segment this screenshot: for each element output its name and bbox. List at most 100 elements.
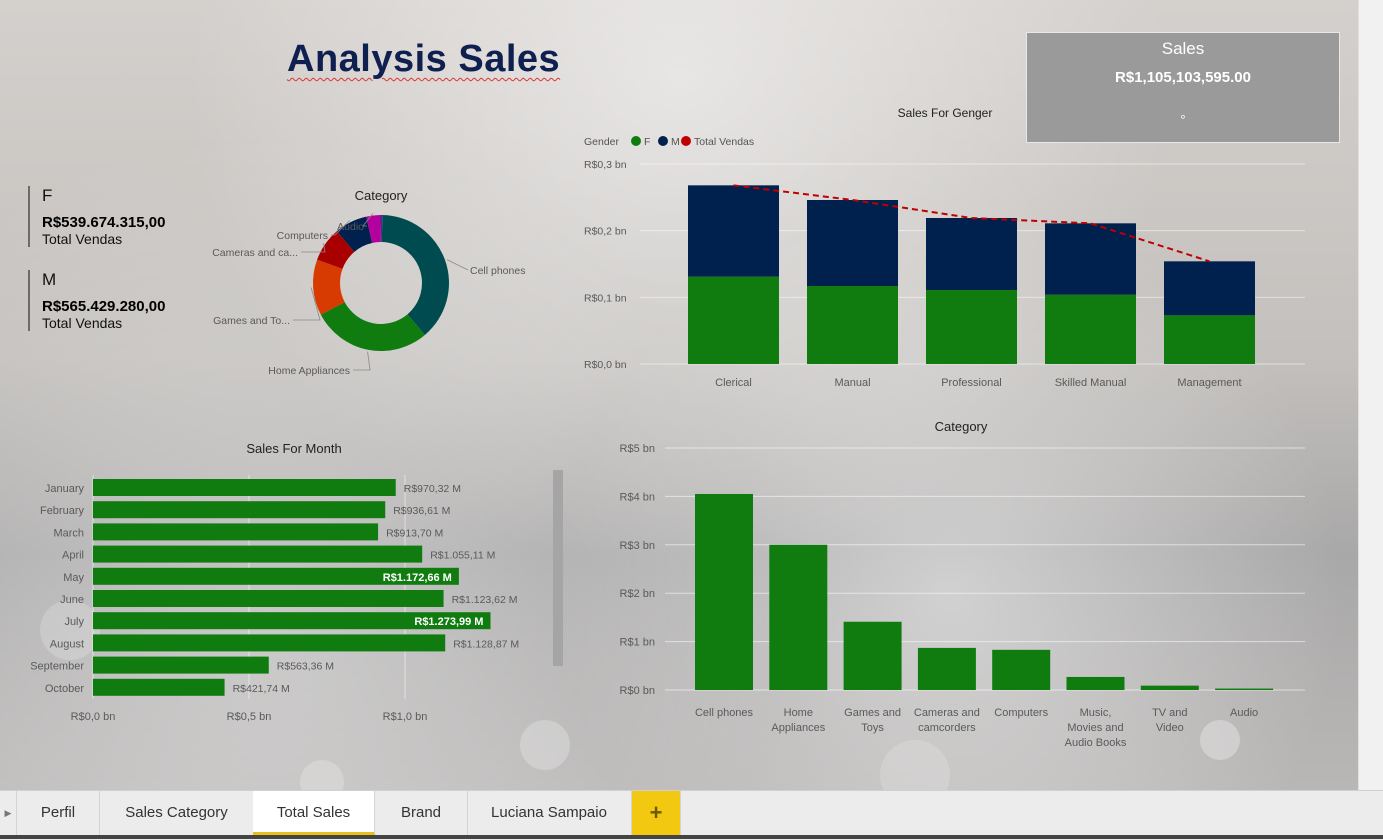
y-tick-label: March	[53, 527, 84, 539]
x-tick-label: Clerical	[715, 377, 752, 389]
legend-swatch	[658, 136, 668, 146]
y-tick-label: January	[45, 483, 85, 495]
y-tick-label: R$2 bn	[620, 588, 655, 600]
month-bar	[93, 656, 269, 674]
y-tick-label: April	[62, 550, 84, 562]
data-label: R$563,36 M	[277, 661, 334, 673]
x-tick-label: Professional	[941, 377, 1002, 389]
category-bar	[1215, 688, 1274, 690]
month-horizontal-bar-chart[interactable]: Sales For Month R$0,0 bn R$0,5 bn R$1,0 bn J…	[0, 435, 560, 735]
y-tick-label: May	[63, 572, 84, 584]
x-tick-label: TV and	[1152, 707, 1187, 719]
month-bar	[93, 678, 225, 696]
x-tick-label: Home	[784, 707, 813, 719]
y-tick-label: R$0,3 bn	[584, 159, 627, 171]
x-tick-label: R$0,0 bn	[71, 711, 116, 723]
card-title: Sales	[1161, 39, 1205, 58]
y-tick-label: R$4 bn	[620, 491, 655, 503]
tab-brand[interactable]: Brand	[375, 791, 468, 835]
kpi-value: R$539.674.315,00	[42, 214, 166, 231]
report-canvas: Analysis Sales Sales R$1,105,103,595.00 …	[0, 0, 1358, 790]
x-tick-label: Cameras and	[914, 707, 980, 719]
legend-label: M	[671, 136, 680, 148]
donut-slice	[381, 215, 449, 335]
kpi-value: R$565.429.280,00	[42, 298, 166, 315]
chart-title: Category	[935, 419, 988, 434]
category-bar	[843, 621, 902, 690]
kpi-label: M	[42, 270, 57, 289]
data-label: R$936,61 M	[393, 505, 450, 517]
category-bar	[695, 493, 753, 690]
x-tick-label: Management	[1177, 377, 1241, 389]
kpi-label: F	[42, 186, 53, 205]
x-tick-label: camcorders	[918, 722, 976, 734]
slice-label: Audio	[337, 221, 364, 233]
tab-total-sales[interactable]: Total Sales	[253, 791, 375, 835]
bar-f	[807, 286, 898, 364]
bar-m	[926, 218, 1017, 290]
tab-scroll-left-icon[interactable]: ▶	[0, 791, 17, 835]
y-tick-label: June	[60, 594, 84, 606]
data-label: R$1.055,11 M	[430, 550, 495, 562]
legend-swatch	[631, 136, 641, 146]
legend-swatch	[681, 136, 691, 146]
bar-m	[688, 185, 779, 277]
bar-f	[688, 276, 779, 364]
y-tick-label: R$5 bn	[620, 443, 655, 455]
data-label: R$1.172,66 M	[383, 572, 452, 584]
chart-title: Sales For Genger	[898, 106, 993, 120]
donut-slice	[320, 302, 425, 351]
tab-sales-category[interactable]: Sales Category	[100, 791, 254, 835]
x-tick-label: Audio Books	[1065, 737, 1127, 749]
x-tick-label: Cell phones	[695, 707, 754, 719]
kpi-caption: Total Vendas	[42, 315, 123, 331]
data-label: R$1.273,99 M	[414, 616, 483, 628]
kpi-male[interactable]: M R$565.429.280,00 Total Vendas	[28, 270, 165, 331]
x-tick-label: R$1,0 bn	[383, 711, 428, 723]
slice-label: Home Appliances	[268, 365, 350, 377]
add-page-button[interactable]: +	[632, 791, 681, 835]
month-bar	[93, 479, 396, 496]
data-label: R$913,70 M	[386, 527, 443, 539]
month-bar	[93, 545, 423, 563]
x-tick-label: Skilled Manual	[1055, 377, 1127, 389]
category-bar	[769, 544, 828, 690]
bar-m	[1164, 261, 1255, 316]
slice-label: Cell phones	[470, 265, 525, 277]
y-tick-label: February	[40, 505, 85, 517]
x-tick-label: Computers	[994, 707, 1048, 719]
y-tick-label: August	[50, 638, 84, 650]
x-tick-label: Movies and	[1067, 722, 1123, 734]
data-label: R$421,74 M	[233, 683, 290, 695]
x-tick-label: Audio	[1230, 707, 1258, 719]
category-donut-chart[interactable]: Category Cell phones Home Appliances Games …	[200, 180, 560, 390]
kpi-female[interactable]: F R$539.674.315,00 Total Vendas	[28, 186, 165, 247]
slice-label: Computers	[277, 230, 328, 242]
month-bar	[93, 590, 444, 607]
tab-perfil[interactable]: Perfil	[17, 791, 100, 835]
month-bar	[93, 634, 446, 652]
y-tick-label: September	[30, 661, 84, 673]
chart-title: Sales For Month	[246, 441, 341, 456]
visual-scrollbar[interactable]	[553, 470, 563, 666]
slice-label: Games and To...	[213, 315, 290, 327]
month-bar	[93, 501, 386, 519]
month-bar	[93, 523, 379, 541]
tab-luciana-sampaio[interactable]: Luciana Sampaio	[467, 791, 632, 835]
category-column-chart[interactable]: Category R$0 bn R$1 bn R$2 bn R$3 bn R$4 bn R$…	[590, 410, 1330, 760]
y-tick-label: R$0,1 bn	[584, 292, 627, 304]
gender-stacked-bar-chart[interactable]: Sales For Genger Gender F M Total Vendas R$0,…	[570, 100, 1350, 400]
x-tick-label: Toys	[861, 722, 884, 734]
data-label: R$970,32 M	[404, 483, 461, 495]
report-title: Analysis Sales	[287, 38, 561, 80]
vertical-scrollbar[interactable]	[1358, 0, 1383, 790]
category-bar	[1140, 685, 1199, 690]
y-tick-label: R$0,2 bn	[584, 226, 627, 238]
x-tick-label: Manual	[834, 377, 870, 389]
x-tick-label: R$0,5 bn	[227, 711, 272, 723]
y-tick-label: October	[45, 683, 84, 695]
x-tick-label: Music,	[1080, 707, 1112, 719]
data-label: R$1.128,87 M	[453, 638, 519, 650]
x-tick-label: Games and	[844, 707, 901, 719]
chart-title: Category	[355, 188, 408, 203]
